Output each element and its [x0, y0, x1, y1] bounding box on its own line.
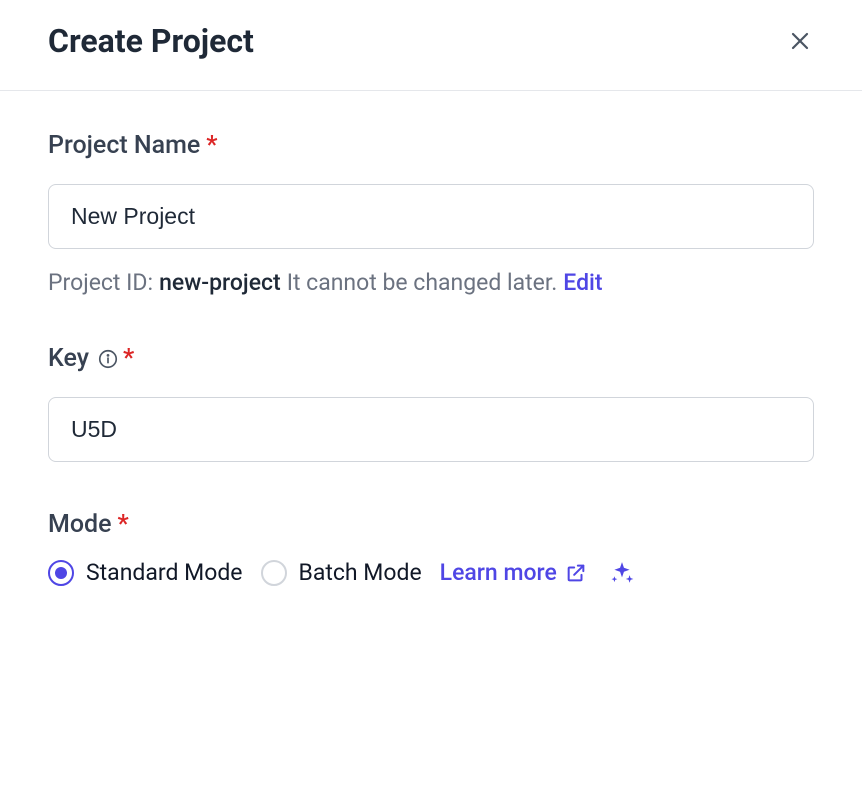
project-name-input[interactable] [48, 184, 814, 249]
project-id-helper: Project ID: new-project It cannot be cha… [48, 269, 814, 296]
radio-circle-selected-icon [48, 560, 74, 586]
mode-radio-group: Standard Mode Batch Mode Learn more [48, 559, 814, 586]
project-name-label: Project Name * [48, 131, 814, 160]
key-label: Key * [48, 344, 814, 373]
required-marker: * [123, 344, 134, 373]
dialog-header: Create Project [0, 0, 862, 91]
dialog-content: Project Name * Project ID: new-project I… [0, 91, 862, 674]
mode-field: Mode * Standard Mode Batch Mode Learn mo… [48, 510, 814, 586]
radio-standard-mode[interactable]: Standard Mode [48, 559, 243, 586]
radio-batch-label: Batch Mode [299, 559, 422, 586]
radio-dot-icon [55, 567, 67, 579]
key-label-text: Key [48, 344, 89, 373]
dialog-title: Create Project [48, 22, 254, 60]
project-id-value: new-project [159, 269, 281, 296]
mode-label-text: Mode [48, 510, 112, 539]
radio-batch-mode[interactable]: Batch Mode [261, 559, 422, 586]
key-field: Key * [48, 344, 814, 462]
info-icon[interactable] [97, 348, 119, 370]
radio-standard-label: Standard Mode [86, 559, 243, 586]
edit-link[interactable]: Edit [563, 269, 602, 296]
radio-circle-unselected-icon [261, 560, 287, 586]
sparkle-icon [609, 560, 635, 586]
project-name-field: Project Name * Project ID: new-project I… [48, 131, 814, 296]
learn-more-text: Learn more [440, 559, 557, 586]
external-link-icon [565, 562, 587, 584]
close-icon[interactable] [786, 27, 814, 55]
project-id-note: It cannot be changed later. [287, 269, 558, 296]
required-marker: * [118, 510, 129, 539]
project-name-label-text: Project Name [48, 131, 200, 160]
learn-more-link[interactable]: Learn more [440, 559, 587, 586]
mode-label: Mode * [48, 510, 814, 539]
key-input[interactable] [48, 397, 814, 462]
required-marker: * [206, 131, 217, 160]
project-id-prefix: Project ID: [48, 269, 153, 296]
